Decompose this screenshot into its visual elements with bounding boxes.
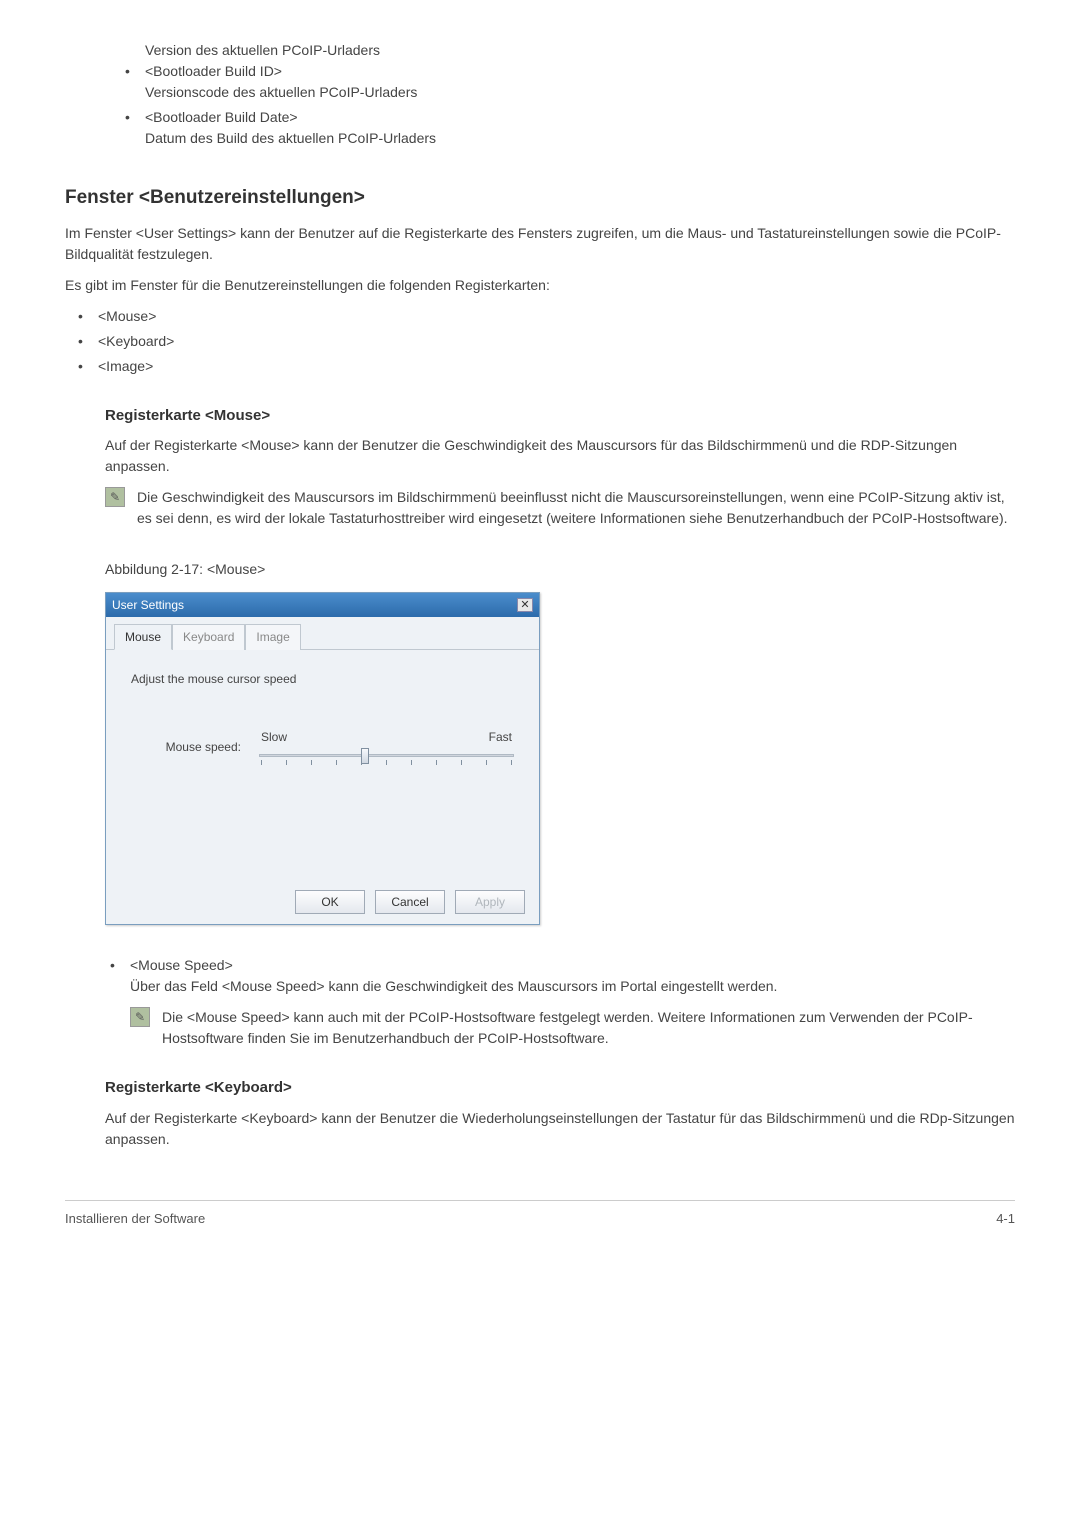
ok-button[interactable]: OK	[295, 890, 365, 914]
list-item: <Bootloader Build Date> Datum des Build …	[120, 107, 1015, 149]
note: ✎ Die <Mouse Speed> kann auch mit der PC…	[130, 1007, 1015, 1049]
page-footer: Installieren der Software 4-1	[65, 1200, 1015, 1229]
bullet-list: <Mouse Speed> Über das Feld <Mouse Speed…	[105, 955, 1015, 997]
paragraph: Im Fenster <User Settings> kann der Benu…	[65, 223, 1015, 265]
tab-body: Adjust the mouse cursor speed Mouse spee…	[106, 650, 539, 880]
heading-keyboard-tab: Registerkarte <Keyboard>	[105, 1077, 1015, 1100]
list-item-title: <Mouse Speed>	[130, 955, 1015, 976]
dialog-titlebar: User Settings ✕	[106, 593, 539, 617]
note-icon: ✎	[130, 1007, 150, 1027]
note-icon: ✎	[105, 487, 125, 507]
list-item: <Bootloader Build ID> Versionscode des a…	[120, 61, 1015, 103]
close-icon: ✕	[520, 600, 529, 611]
heading-mouse-tab: Registerkarte <Mouse>	[105, 405, 1015, 428]
slider-line	[259, 754, 514, 757]
cancel-button[interactable]: Cancel	[375, 890, 445, 914]
heading-user-settings: Fenster <Benutzereinstellungen>	[65, 184, 1015, 213]
tab-row: Mouse Keyboard Image	[106, 617, 539, 650]
list-item: <Mouse>	[73, 306, 1015, 327]
fast-label: Fast	[489, 728, 512, 746]
bullet-list: <Mouse> <Keyboard> <Image>	[73, 306, 1015, 377]
paragraph: Es gibt im Fenster für die Benutzereinst…	[65, 275, 1015, 296]
slider-ticks	[259, 760, 514, 765]
slow-label: Slow	[261, 728, 287, 746]
mouse-speed-slider[interactable]	[259, 748, 514, 766]
note-text: Die Geschwindigkeit des Mauscursors im B…	[137, 487, 1015, 529]
dialog-button-bar: OK Cancel Apply	[106, 880, 539, 924]
slider-end-labels: Slow Fast	[259, 728, 514, 746]
footer-left: Installieren der Software	[65, 1209, 205, 1229]
slider-block: Slow Fast	[259, 728, 514, 766]
footer-right: 4-1	[996, 1209, 1015, 1229]
bullet-list: <Bootloader Build ID> Versionscode des a…	[120, 61, 1015, 149]
slider-row: Mouse speed: Slow Fast	[131, 728, 514, 766]
tab-mouse[interactable]: Mouse	[114, 624, 172, 650]
user-settings-dialog: User Settings ✕ Mouse Keyboard Image Adj…	[105, 592, 540, 925]
top-continuation: Version des aktuellen PCoIP-Urladers <Bo…	[120, 40, 1015, 149]
list-item-title: <Bootloader Build ID>	[145, 61, 1015, 82]
list-item: <Image>	[73, 356, 1015, 377]
close-button[interactable]: ✕	[517, 598, 533, 612]
paragraph: Auf der Registerkarte <Keyboard> kann de…	[105, 1108, 1015, 1150]
list-item-desc: Über das Feld <Mouse Speed> kann die Ges…	[130, 976, 1015, 997]
tab-keyboard[interactable]: Keyboard	[172, 624, 245, 650]
list-item-title: <Bootloader Build Date>	[145, 107, 1015, 128]
list-item-desc: Versionscode des aktuellen PCoIP-Urlader…	[145, 82, 1015, 103]
figure-caption: Abbildung 2-17: <Mouse>	[105, 559, 1015, 580]
tab-image[interactable]: Image	[245, 624, 300, 650]
list-item: <Mouse Speed> Über das Feld <Mouse Speed…	[105, 955, 1015, 997]
instruction-text: Adjust the mouse cursor speed	[131, 670, 514, 688]
note-text: Die <Mouse Speed> kann auch mit der PCoI…	[162, 1007, 1015, 1049]
apply-button[interactable]: Apply	[455, 890, 525, 914]
paragraph: Auf der Registerkarte <Mouse> kann der B…	[105, 435, 1015, 477]
list-item: <Keyboard>	[73, 331, 1015, 352]
slider-label: Mouse speed:	[131, 738, 241, 756]
note: ✎ Die Geschwindigkeit des Mauscursors im…	[105, 487, 1015, 529]
list-item-desc: Datum des Build des aktuellen PCoIP-Urla…	[145, 128, 1015, 149]
dialog-title: User Settings	[112, 596, 184, 614]
list-item-desc: Version des aktuellen PCoIP-Urladers	[145, 40, 1015, 61]
